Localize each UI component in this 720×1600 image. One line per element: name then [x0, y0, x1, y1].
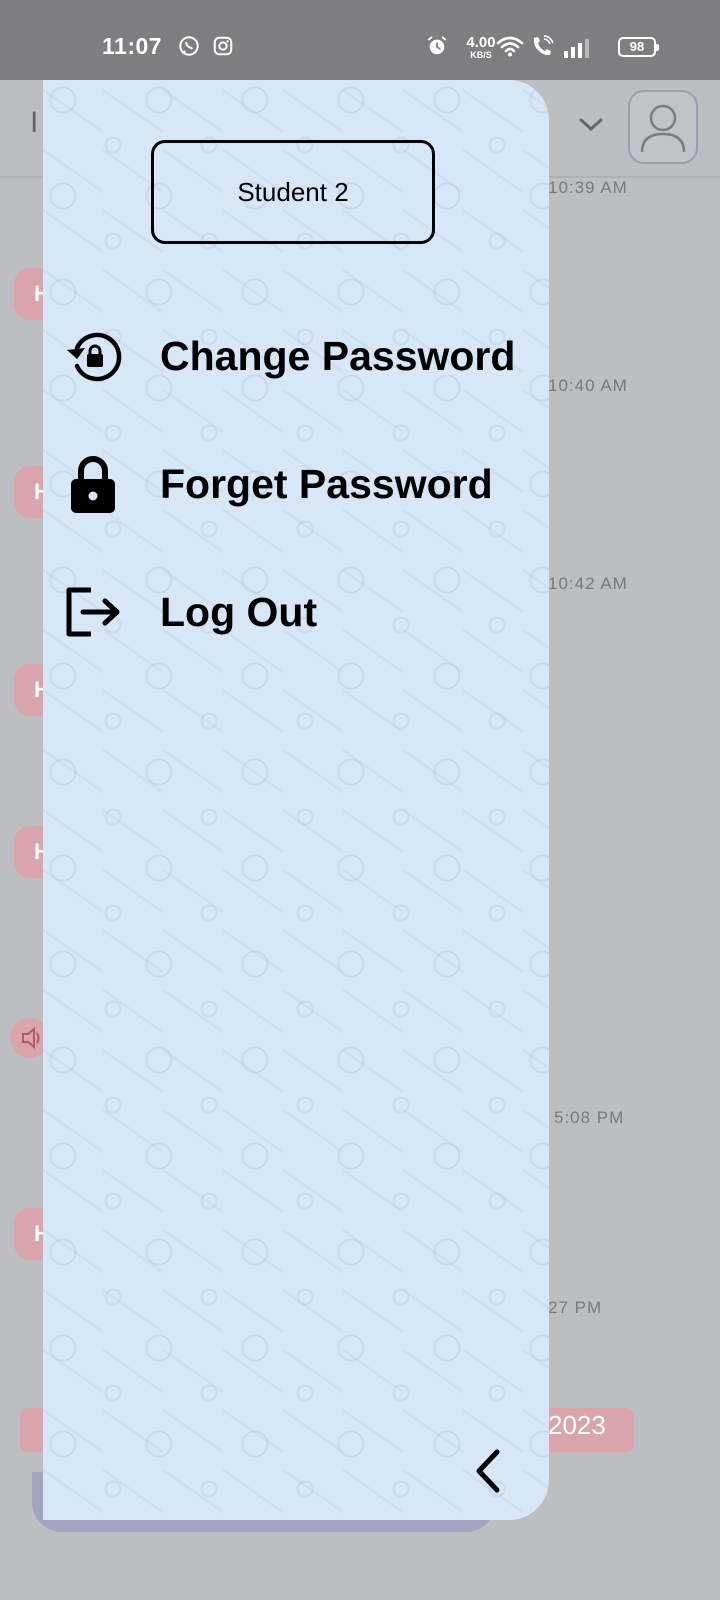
forget-password-label: Forget Password [160, 460, 493, 507]
network-speed: 4.00 KB/S [466, 34, 496, 60]
avatar[interactable] [628, 90, 698, 164]
battery-icon: 98 [618, 37, 659, 57]
whatsapp-icon [178, 35, 200, 62]
lock-icon [63, 454, 123, 514]
change-password-item[interactable]: Change Password [63, 316, 533, 396]
logout-icon [63, 582, 123, 642]
date-pill-text: 2023 [548, 1410, 606, 1440]
alarm-icon [426, 35, 448, 62]
profile-name: Student 2 [237, 176, 349, 207]
forget-password-item[interactable]: Forget Password [63, 444, 533, 524]
chevron-left-icon[interactable] [467, 1446, 507, 1496]
chevron-down-icon[interactable] [578, 116, 604, 139]
profile-name-box: Student 2 [151, 140, 435, 244]
message-time: 10:39 AM [548, 178, 628, 197]
log-out-item[interactable]: Log Out [63, 572, 533, 652]
navigation-drawer: Student 2 Change Password Forget Passwor… [43, 80, 549, 1520]
lock-reset-icon [63, 326, 123, 386]
change-password-label: Change Password [160, 332, 516, 379]
message-time: 27 PM [548, 1298, 603, 1317]
instagram-icon [212, 35, 234, 62]
status-bar: 11:07 4.00 KB/S 98 [0, 0, 720, 80]
signal-icon [562, 38, 592, 63]
wifi-call-icon [530, 35, 554, 62]
message-time: 5:08 PM [554, 1108, 625, 1127]
message-time: 10:42 AM [548, 574, 628, 593]
log-out-label: Log Out [160, 588, 318, 635]
status-time: 11:07 [102, 33, 163, 59]
wifi-icon [496, 35, 524, 62]
message-time: 10:40 AM [548, 376, 628, 395]
chat-header-title: I [30, 106, 39, 139]
